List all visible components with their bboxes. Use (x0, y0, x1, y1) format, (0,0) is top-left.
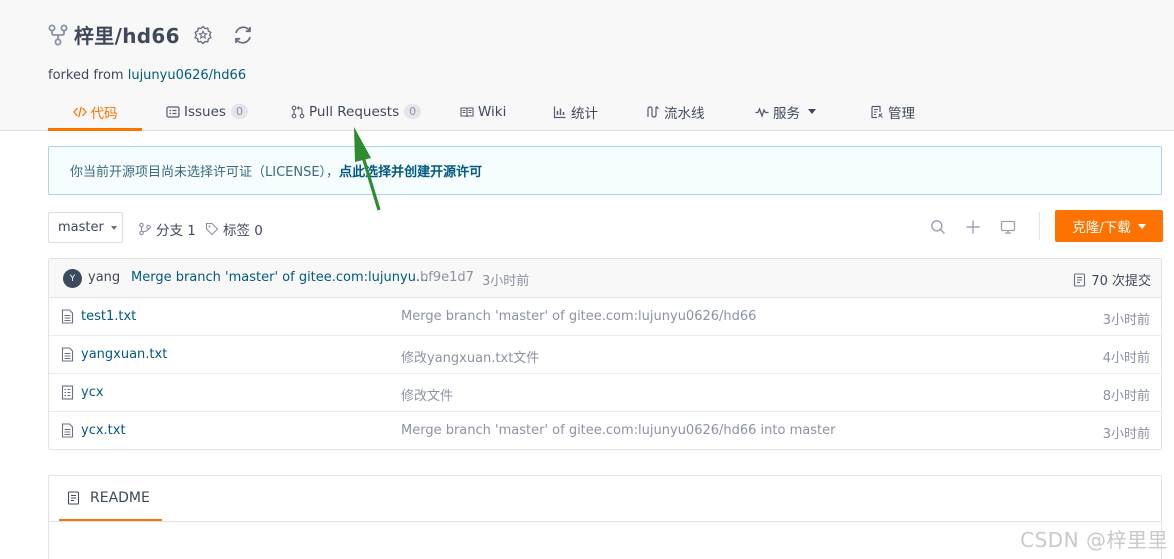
license-create-link[interactable]: 点此选择并创建开源许可 (339, 161, 482, 180)
commit-sha[interactable]: bf9e1d7 (420, 270, 474, 285)
license-notice-text: 你当前开源项目尚未选择许可证（LICENSE）， (70, 165, 340, 180)
search-icon[interactable] (929, 218, 947, 236)
web-ide-icon[interactable] (999, 218, 1017, 236)
commit-author[interactable]: yang (88, 270, 120, 285)
chevron-down-icon (1137, 223, 1146, 229)
file-commit-message[interactable]: 修改文件 (401, 385, 453, 404)
text-file-icon (61, 309, 74, 324)
tab-stats[interactable]: 统计 (553, 92, 598, 131)
commits-icon (1073, 272, 1086, 287)
file-row[interactable]: test1.txt Merge branch 'master' of gitee… (49, 298, 1161, 336)
file-commit-message[interactable]: 修改yangxuan.txt文件 (401, 347, 539, 366)
issues-count-badge: 0 (230, 104, 248, 119)
service-icon (755, 105, 769, 119)
manage-icon (870, 105, 884, 119)
forked-from-link[interactable]: lujunyu0626/hd66 (128, 68, 246, 83)
file-commit-time: 3小时前 (1102, 313, 1150, 328)
readme-icon (67, 490, 80, 505)
repo-title-bar: 梓里/hd66 (48, 20, 254, 49)
commit-message[interactable]: Merge branch 'master' of gitee.com:lujun… (131, 270, 428, 285)
watermark: CSDN @梓里里 (1020, 528, 1168, 552)
tab-stats-label: 统计 (571, 105, 598, 122)
sync-icon[interactable] (232, 24, 254, 46)
tab-service[interactable]: 服务 (755, 92, 816, 131)
tab-code[interactable]: 代码 (48, 92, 142, 131)
file-name[interactable]: test1.txt (81, 309, 136, 324)
tab-code-label: 代码 (90, 105, 118, 122)
tags-label: 标签 0 (223, 223, 263, 239)
text-file-icon (61, 423, 74, 438)
pull-request-icon (291, 105, 305, 119)
chevron-down-icon (110, 225, 117, 230)
branch-icon (138, 222, 152, 236)
readme-tab[interactable]: README (59, 476, 162, 521)
file-name[interactable]: yangxuan.txt (81, 347, 167, 362)
tags-link[interactable]: 标签 0 (205, 219, 263, 239)
file-name[interactable]: ycx (81, 385, 104, 400)
tab-pipeline-label: 流水线 (664, 105, 705, 122)
file-name[interactable]: ycx.txt (81, 423, 126, 438)
file-commit-time: 3小时前 (1102, 427, 1150, 442)
file-list: Y yang Merge branch 'master' of gitee.co… (48, 258, 1162, 450)
branches-link[interactable]: 分支 1 (138, 219, 196, 239)
file-row[interactable]: ycx 修改文件 8小时前 (49, 374, 1161, 412)
branch-select-value: master (58, 220, 104, 235)
chevron-down-icon (808, 109, 816, 114)
repo-name[interactable]: 梓里/hd66 (74, 20, 180, 49)
tab-pipeline[interactable]: 流水线 (646, 92, 705, 131)
commit-count: 70 次提交 (1091, 274, 1151, 289)
badge-icon[interactable] (192, 24, 214, 46)
tab-issues-label: Issues (184, 103, 226, 120)
clone-download-label: 克隆/下载 (1072, 220, 1131, 236)
tab-wiki[interactable]: Wiki (460, 92, 506, 131)
license-notice: 你当前开源项目尚未选择许可证（LICENSE）， 点此选择并创建开源许可 (48, 146, 1162, 195)
tab-issues[interactable]: Issues 0 (166, 92, 248, 131)
forked-from-label: forked from (48, 68, 128, 83)
code-icon (72, 105, 87, 119)
readme-label: README (90, 489, 150, 506)
tag-icon (205, 222, 219, 236)
file-commit-time: 8小时前 (1102, 389, 1150, 404)
issues-icon (166, 105, 180, 119)
tab-pull-requests[interactable]: Pull Requests 0 (291, 92, 422, 131)
forked-from: forked from lujunyu0626/hd66 (48, 68, 246, 83)
avatar[interactable]: Y (63, 269, 82, 288)
branch-select[interactable]: master (48, 212, 123, 243)
pipeline-icon (646, 105, 660, 119)
fork-icon (48, 24, 68, 46)
commit-time: 3小时前 (482, 274, 530, 289)
file-commit-time: 4小时前 (1102, 351, 1150, 366)
binary-file-icon (61, 385, 74, 400)
file-row[interactable]: yangxuan.txt 修改yangxuan.txt文件 4小时前 (49, 336, 1161, 374)
tab-manage[interactable]: 管理 (870, 92, 915, 131)
file-commit-message[interactable]: Merge branch 'master' of gitee.com:lujun… (401, 309, 756, 324)
file-commit-message[interactable]: Merge branch 'master' of gitee.com:lujun… (401, 423, 835, 438)
readme-panel: README (48, 475, 1162, 559)
wiki-icon (460, 105, 474, 119)
clone-download-button[interactable]: 克隆/下载 (1055, 210, 1163, 242)
add-icon[interactable] (964, 218, 982, 236)
file-row[interactable]: ycx.txt Merge branch 'master' of gitee.c… (49, 412, 1161, 450)
tab-wiki-label: Wiki (478, 103, 507, 120)
tab-service-label: 服务 (773, 105, 800, 122)
text-file-icon (61, 347, 74, 362)
repo-header: 梓里/hd66 forked from lujunyu0626/hd66 代码 … (0, 0, 1174, 131)
pull-requests-count-badge: 0 (404, 104, 422, 119)
branches-label: 分支 1 (156, 223, 196, 239)
commit-count-link[interactable]: 70 次提交 (1073, 270, 1151, 289)
tab-pull-requests-label: Pull Requests (309, 103, 400, 120)
latest-commit-row: Y yang Merge branch 'master' of gitee.co… (49, 259, 1161, 298)
toolbar-divider (1039, 212, 1040, 240)
readme-divider (49, 521, 1161, 522)
stats-icon (553, 105, 567, 119)
tab-manage-label: 管理 (888, 105, 915, 122)
